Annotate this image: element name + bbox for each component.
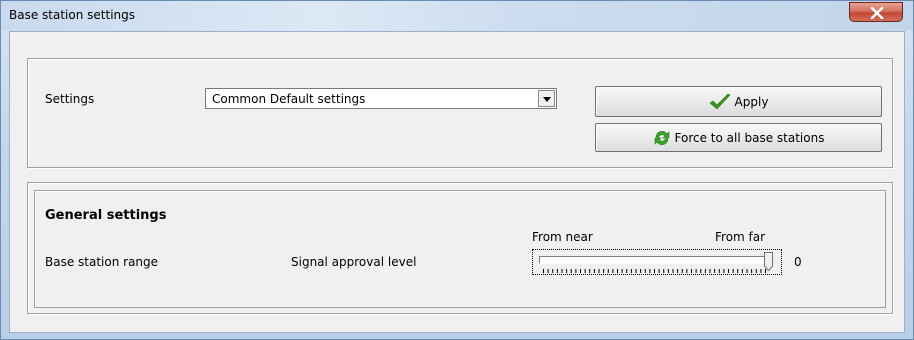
close-button[interactable] (849, 2, 903, 22)
force-to-all-button[interactable]: Force to all base stations (595, 123, 882, 152)
slider-value: 0 (794, 255, 802, 269)
settings-combo-value: Common Default settings (212, 92, 366, 106)
slider-left-label: From near (532, 230, 593, 244)
general-settings-group (27, 182, 893, 314)
apply-button-label: Apply (734, 94, 769, 109)
slider-track (539, 256, 765, 264)
dropdown-arrow-icon (543, 97, 551, 102)
refresh-icon (654, 130, 669, 145)
dialog-client-area: Settings Common Default settings Apply F… (9, 31, 905, 333)
window-title: Base station settings (9, 8, 135, 22)
signal-level-slider[interactable] (532, 249, 782, 275)
apply-button[interactable]: Apply (595, 86, 882, 117)
checkmark-icon (709, 93, 731, 109)
settings-label: Settings (45, 92, 95, 106)
slider-thumb[interactable] (764, 252, 773, 272)
slider-right-label: From far (715, 230, 766, 244)
general-settings-heading: General settings (45, 208, 167, 223)
slider-ticks (543, 269, 766, 273)
dropdown-arrow-button[interactable] (538, 90, 555, 107)
dialog-window: Base station settings Settings Common De… (0, 0, 914, 340)
force-button-label: Force to all base stations (674, 130, 825, 145)
settings-combo[interactable]: Common Default settings (205, 88, 557, 109)
title-bar[interactable]: Base station settings (1, 1, 913, 31)
signal-approval-label: Signal approval level (291, 255, 417, 269)
close-x-icon (870, 7, 884, 19)
base-station-range-label: Base station range (45, 255, 159, 269)
